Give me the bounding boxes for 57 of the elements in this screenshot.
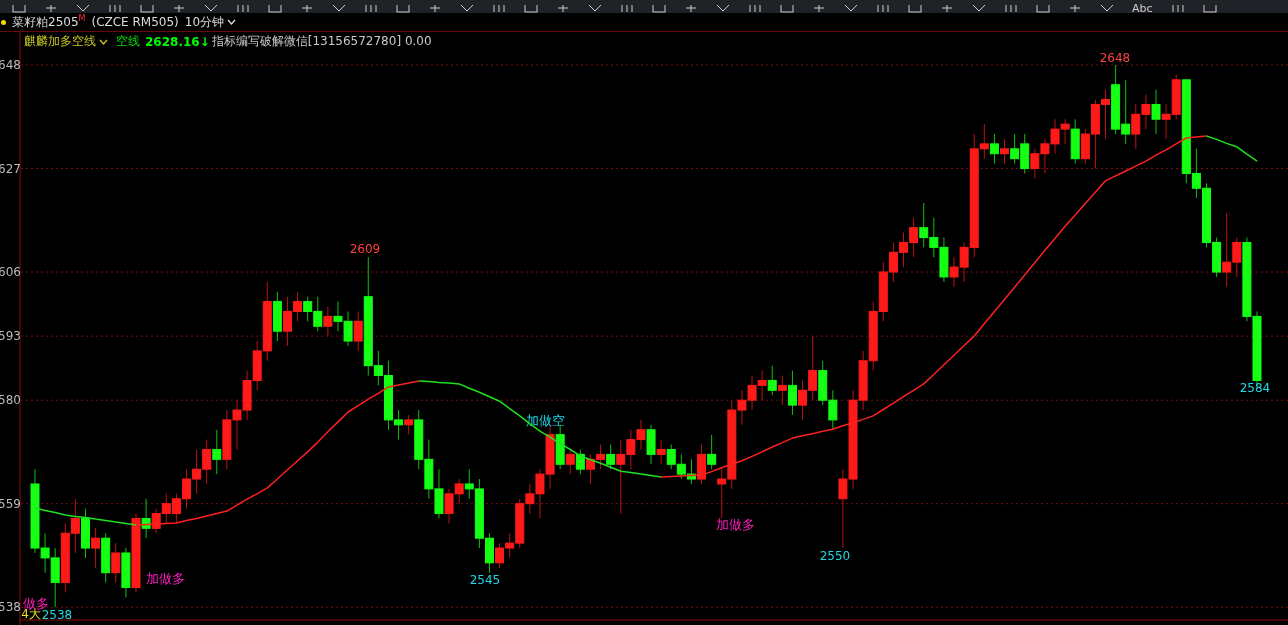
price-low-label: 2550 — [819, 549, 851, 563]
candlestick — [606, 444, 616, 470]
price-low-label: 2545 — [469, 573, 501, 587]
price-low-label: 2538 — [41, 608, 73, 622]
buy-signal-label: 加做多 — [715, 517, 755, 532]
toolbar-icon[interactable] — [588, 5, 602, 13]
buy-signal-label: 加做多 — [145, 571, 185, 586]
candlestick — [989, 133, 999, 165]
caret-icon[interactable] — [227, 19, 237, 25]
toolbar-icon[interactable] — [1100, 5, 1114, 13]
toolbar-icon[interactable] — [844, 5, 858, 13]
sell-signal-label: 加做空 — [525, 413, 565, 428]
candlestick — [212, 429, 222, 475]
candlestick — [404, 414, 414, 436]
candlestick — [575, 448, 585, 475]
toolbar-icon[interactable] — [428, 5, 442, 13]
toolbar-icon[interactable] — [1068, 5, 1082, 13]
status-dot — [1, 19, 6, 25]
toolbar-icon[interactable] — [204, 5, 218, 13]
symbol-code: (CZCE RM505) — [91, 15, 179, 29]
candlestick — [1000, 138, 1010, 165]
toolbar-icon[interactable] — [940, 5, 954, 13]
price-high-label: 2648 — [1099, 51, 1131, 65]
candlestick — [767, 365, 777, 396]
period-selector[interactable]: 10分钟 — [184, 13, 225, 31]
toolbar-icon[interactable] — [332, 5, 346, 13]
toolbar-icon[interactable] — [460, 5, 474, 13]
toolbar-icon[interactable] — [172, 5, 186, 13]
candlestick — [777, 375, 787, 406]
toolbar-text-button[interactable]: Abc — [1132, 4, 1153, 13]
buy-signal-label: 做多 — [23, 596, 49, 611]
indicator-note: 指标编写破解微信[13156572780] 0.00 — [211, 33, 432, 50]
toolbar-icon[interactable] — [812, 5, 826, 13]
toolbar-icon[interactable] — [76, 5, 90, 13]
candlestick — [111, 542, 121, 584]
candlestick — [1151, 89, 1161, 135]
candlestick — [91, 527, 101, 569]
toolbar-icon[interactable] — [972, 5, 986, 13]
candlestick — [656, 439, 666, 465]
toolbar-icon[interactable] — [44, 5, 58, 13]
candlestick — [323, 306, 333, 337]
indicator-line-name: 空线 — [116, 33, 140, 50]
indicator-name[interactable]: 麒麟加多空线 — [24, 33, 96, 50]
price-high-label: 2609 — [349, 242, 381, 256]
candlestick — [787, 370, 797, 416]
caret-icon[interactable] — [99, 38, 108, 45]
toolbar-icon[interactable] — [556, 5, 570, 13]
toolbar-icon[interactable] — [684, 5, 698, 13]
symbol-name: 菜籽粕2505$^{M}$ — [12, 13, 86, 31]
price-low-label: 2584 — [1239, 381, 1271, 395]
indicator-value: 2628.16↓ — [145, 34, 210, 49]
candlestick — [141, 498, 151, 539]
candlestick — [353, 310, 363, 352]
toolbar-icon[interactable] — [716, 5, 730, 13]
candlestick — [707, 434, 717, 470]
toolbar-icon[interactable] — [300, 5, 314, 13]
candlestick — [565, 448, 575, 475]
